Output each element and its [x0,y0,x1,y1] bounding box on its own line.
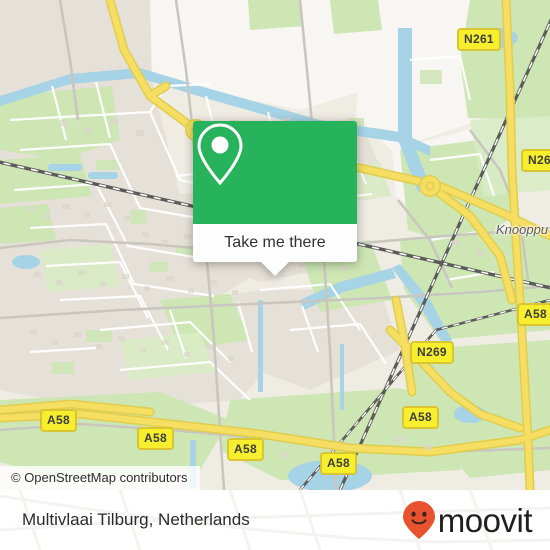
place-label-knooppunt: Knooppu [496,222,549,237]
popup-icon-area [193,121,357,224]
popup-action-area[interactable]: Take me there [193,224,357,262]
moovit-logo: moovit [402,500,533,540]
road-shield: N269 [410,341,454,364]
location-popup-card[interactable]: Take me there [193,121,357,276]
map-canvas[interactable]: N261 N26 A58 N269 A58 A58 A58 A58 A58 Kn… [0,0,550,490]
moovit-pin-smiley-icon [402,501,435,539]
road-shield: N261 [457,28,501,51]
road-shield: A58 [137,427,174,450]
road-shield: A58 [320,452,357,475]
road-shield: N26 [521,149,550,172]
popup-body: Take me there [193,121,357,262]
osm-attribution[interactable]: © OpenStreetMap contributors [0,466,200,490]
moovit-wordmark: moovit [437,501,533,539]
road-shield: A58 [517,303,550,326]
map-pin-icon [197,123,243,186]
footer-bar: Multivlaai Tilburg, Netherlands moovit [0,490,550,550]
take-me-there-label: Take me there [224,234,326,251]
road-shield: A58 [40,409,77,432]
screenshot-root: N261 N26 A58 N269 A58 A58 A58 A58 A58 Kn… [0,0,550,550]
road-shield: A58 [227,438,264,461]
location-title: Multivlaai Tilburg, Netherlands [22,510,250,529]
popup-tail [261,262,289,276]
road-shield: A58 [402,406,439,429]
